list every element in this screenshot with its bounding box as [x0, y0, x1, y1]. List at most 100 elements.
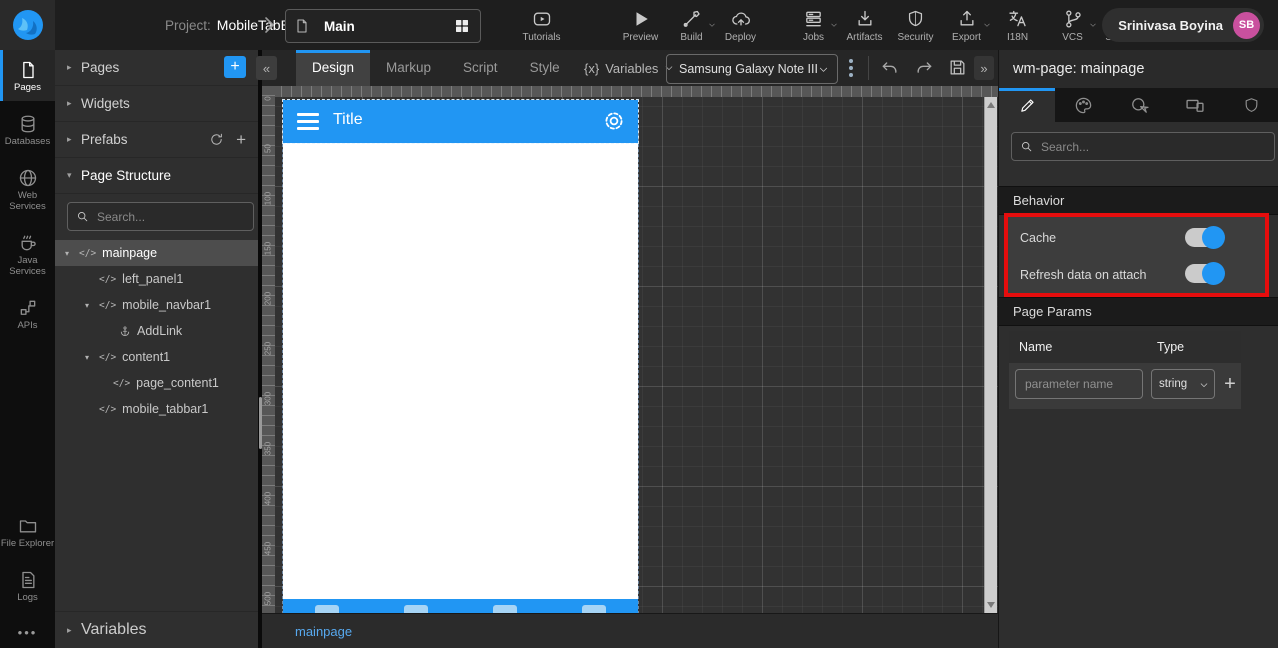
tutorials-icon — [531, 7, 553, 29]
expanded-arrow-icon: ▾ — [67, 170, 72, 180]
tab-style[interactable]: Style — [514, 50, 576, 86]
section-pages[interactable]: ▸ Pages + — [55, 50, 258, 86]
sidebar-item-web-services[interactable]: Web Services — [0, 161, 55, 220]
build-icon — [681, 7, 702, 29]
i18n-button[interactable]: I18N — [994, 7, 1041, 43]
page-grid-icon[interactable] — [454, 18, 470, 34]
sidebar-item-file-explorer[interactable]: File Explorer — [0, 509, 55, 557]
undo-button[interactable] — [880, 58, 900, 78]
rail-more-button[interactable]: ••• — [0, 625, 55, 640]
properties-panel: wm-page: mainpage Behavior — [998, 50, 1278, 648]
canvas-breadcrumb-bar: mainpage — [262, 613, 998, 648]
behavior-section-header[interactable]: Behavior — [999, 186, 1278, 215]
ruler-label: 300 — [263, 391, 273, 406]
tutorials-button[interactable]: Tutorials — [518, 7, 565, 43]
collapsed-arrow-icon: ▸ — [67, 62, 72, 72]
tab-script[interactable]: Script — [447, 50, 514, 86]
tree-node-addlink[interactable]: AddLink — [55, 318, 258, 344]
wavemaker-logo-icon — [10, 7, 46, 43]
refresh-data-toggle[interactable] — [1185, 262, 1225, 285]
user-menu[interactable]: Srinivasa Boyina SB — [1102, 8, 1264, 42]
ruler-label: 50 — [263, 144, 273, 153]
vcs-button[interactable]: VCS — [1049, 7, 1096, 43]
page-switcher[interactable]: Main — [285, 9, 481, 43]
add-page-button[interactable]: + — [224, 56, 246, 78]
artifacts-button[interactable]: Artifacts — [841, 7, 888, 43]
device-select[interactable]: Samsung Galaxy Note III — [666, 54, 838, 84]
jobs-button[interactable]: Jobs — [790, 7, 837, 43]
param-type-select[interactable]: string — [1151, 369, 1215, 399]
tab-styles[interactable] — [1055, 88, 1111, 122]
anchor-icon — [119, 325, 131, 338]
sidebar-item-databases[interactable]: Databases — [0, 107, 55, 155]
page-structure-search-input[interactable] — [95, 208, 232, 225]
tree-node-mobile-navbar1[interactable]: ▾ </> mobile_navbar1 — [55, 292, 258, 318]
page-params-section-header[interactable]: Page Params — [999, 297, 1278, 326]
refresh-prefabs-icon[interactable] — [209, 132, 224, 147]
sidebar-item-java-services[interactable]: Java Services — [0, 226, 55, 285]
more-options-button[interactable] — [844, 57, 858, 79]
tree-node-mainpage[interactable]: ▾ </> mainpage — [55, 240, 258, 266]
section-page-structure[interactable]: ▾ Page Structure — [55, 158, 258, 194]
redo-button[interactable] — [914, 58, 934, 78]
variables-button[interactable]: {x} Variables — [584, 50, 674, 86]
save-button[interactable] — [948, 58, 967, 77]
section-widgets[interactable]: ▸ Widgets — [55, 86, 258, 122]
add-prefab-icon[interactable]: + — [236, 130, 246, 150]
mobile-navbar-widget[interactable]: Title — [282, 99, 639, 144]
deploy-button[interactable]: Deploy — [717, 7, 764, 43]
collapse-left-panel-button[interactable]: « — [256, 56, 277, 80]
hamburger-menu-icon[interactable] — [297, 113, 319, 130]
code-icon: </> — [99, 351, 117, 363]
export-button[interactable]: Export — [943, 7, 990, 43]
artifacts-icon — [855, 7, 875, 29]
scroll-down-arrow[interactable] — [987, 602, 995, 608]
sidebar-item-pages[interactable]: Pages — [0, 50, 55, 101]
tab-properties[interactable] — [999, 88, 1055, 122]
export-icon — [957, 7, 977, 29]
page-structure-search[interactable] — [67, 202, 254, 231]
build-button[interactable]: Build — [668, 7, 715, 43]
param-name-field[interactable] — [1015, 369, 1143, 399]
tab-security[interactable] — [1223, 88, 1278, 122]
tab-devices[interactable] — [1167, 88, 1223, 122]
deploy-icon — [730, 7, 752, 29]
navbar-gear-icon[interactable] — [602, 109, 626, 133]
tree-node-page-content1[interactable]: </> page_content1 — [55, 370, 258, 396]
tree-node-content1[interactable]: ▾ </> content1 — [55, 344, 258, 370]
canvas-vertical-scrollbar[interactable] — [984, 97, 997, 613]
ruler-label: 450 — [263, 541, 273, 556]
properties-search-input[interactable] — [1039, 138, 1234, 155]
security-button[interactable]: Security — [892, 7, 939, 43]
cache-toggle[interactable] — [1185, 226, 1225, 249]
properties-search[interactable] — [1011, 132, 1275, 161]
ruler-label: 100 — [263, 191, 273, 206]
tab-design[interactable]: Design — [296, 50, 371, 86]
param-name-input[interactable] — [1016, 370, 1142, 398]
expanded-arrow-icon[interactable]: ▾ — [65, 249, 79, 258]
add-param-button[interactable]: + — [1219, 369, 1241, 399]
section-variables[interactable]: ▸ Variables — [55, 611, 258, 648]
expand-right-panel-button[interactable]: » — [974, 56, 994, 80]
type-column-header: Type — [1157, 340, 1185, 354]
left-panel: ▸ Pages + ▸ Widgets ▸ Prefabs + ▾ Page S… — [55, 50, 258, 648]
tree-node-mobile-tabbar1[interactable]: </> mobile_tabbar1 — [55, 396, 258, 422]
scroll-up-arrow[interactable] — [987, 102, 995, 108]
ruler-label: 500 — [263, 591, 273, 606]
mobile-tabbar-widget[interactable] — [283, 599, 638, 613]
breadcrumb-mainpage[interactable]: mainpage — [295, 614, 352, 648]
tab-markup[interactable]: Markup — [370, 50, 447, 86]
section-prefabs[interactable]: ▸ Prefabs + — [55, 122, 258, 158]
sidebar-item-logs[interactable]: Logs — [0, 563, 55, 611]
expanded-arrow-icon[interactable]: ▾ — [85, 301, 99, 310]
preview-button[interactable]: Preview — [617, 7, 664, 43]
toggle-knob — [1202, 226, 1225, 249]
phone-preview[interactable]: Title — [282, 99, 639, 613]
expanded-arrow-icon[interactable]: ▾ — [85, 353, 99, 362]
sidebar-item-apis[interactable]: APIs — [0, 291, 55, 339]
app-logo[interactable] — [0, 0, 55, 50]
variables-x-icon: {x} — [584, 60, 600, 76]
tab-events[interactable] — [1111, 88, 1167, 122]
design-canvas[interactable]: 0 50 100 150 200 250 300 350 400 450 500… — [262, 86, 998, 613]
tree-node-left-panel1[interactable]: </> left_panel1 — [55, 266, 258, 292]
